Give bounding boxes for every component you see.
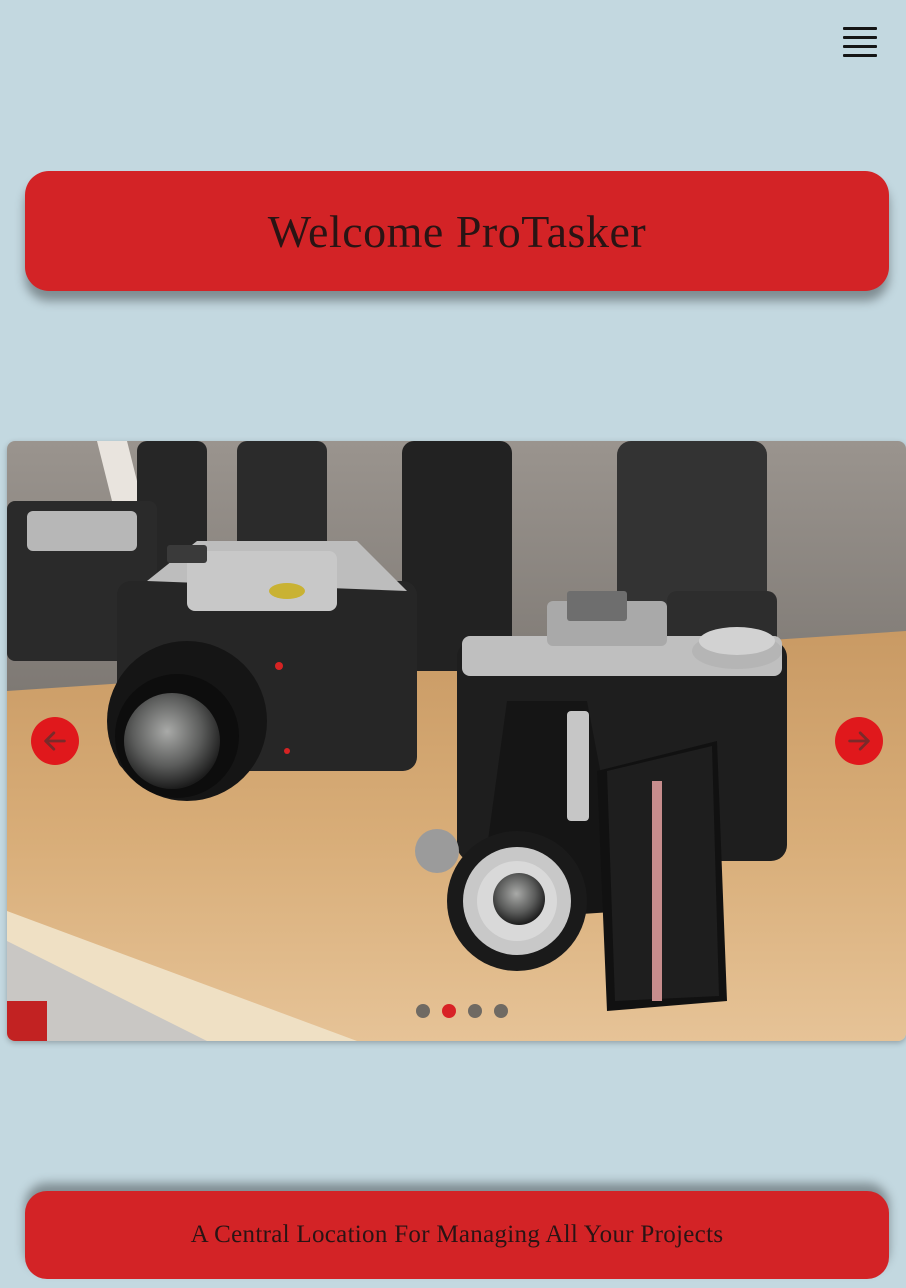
welcome-banner: Welcome ProTasker — [25, 171, 889, 291]
hamburger-line — [843, 54, 877, 57]
carousel-prev-button[interactable] — [31, 717, 79, 765]
tagline-banner: A Central Location For Managing All Your… — [25, 1191, 889, 1279]
carousel-slide-image — [7, 441, 906, 1041]
hamburger-line — [843, 36, 877, 39]
carousel-next-button[interactable] — [835, 717, 883, 765]
carousel-dot-4[interactable] — [493, 1004, 508, 1018]
tagline-text: A Central Location For Managing All Your… — [190, 1221, 724, 1248]
hamburger-menu-button[interactable] — [842, 26, 878, 60]
arrow-left-icon — [44, 731, 66, 751]
carousel-dot-2[interactable] — [441, 1004, 456, 1018]
carousel-dot-3[interactable] — [467, 1004, 482, 1018]
image-carousel[interactable] — [7, 441, 906, 1041]
hamburger-line — [843, 27, 877, 30]
hamburger-line — [843, 45, 877, 48]
carousel-indicators — [7, 1004, 906, 1018]
carousel-dot-1[interactable] — [415, 1004, 430, 1018]
welcome-title: Welcome ProTasker — [267, 205, 647, 257]
arrow-right-icon — [848, 731, 870, 751]
